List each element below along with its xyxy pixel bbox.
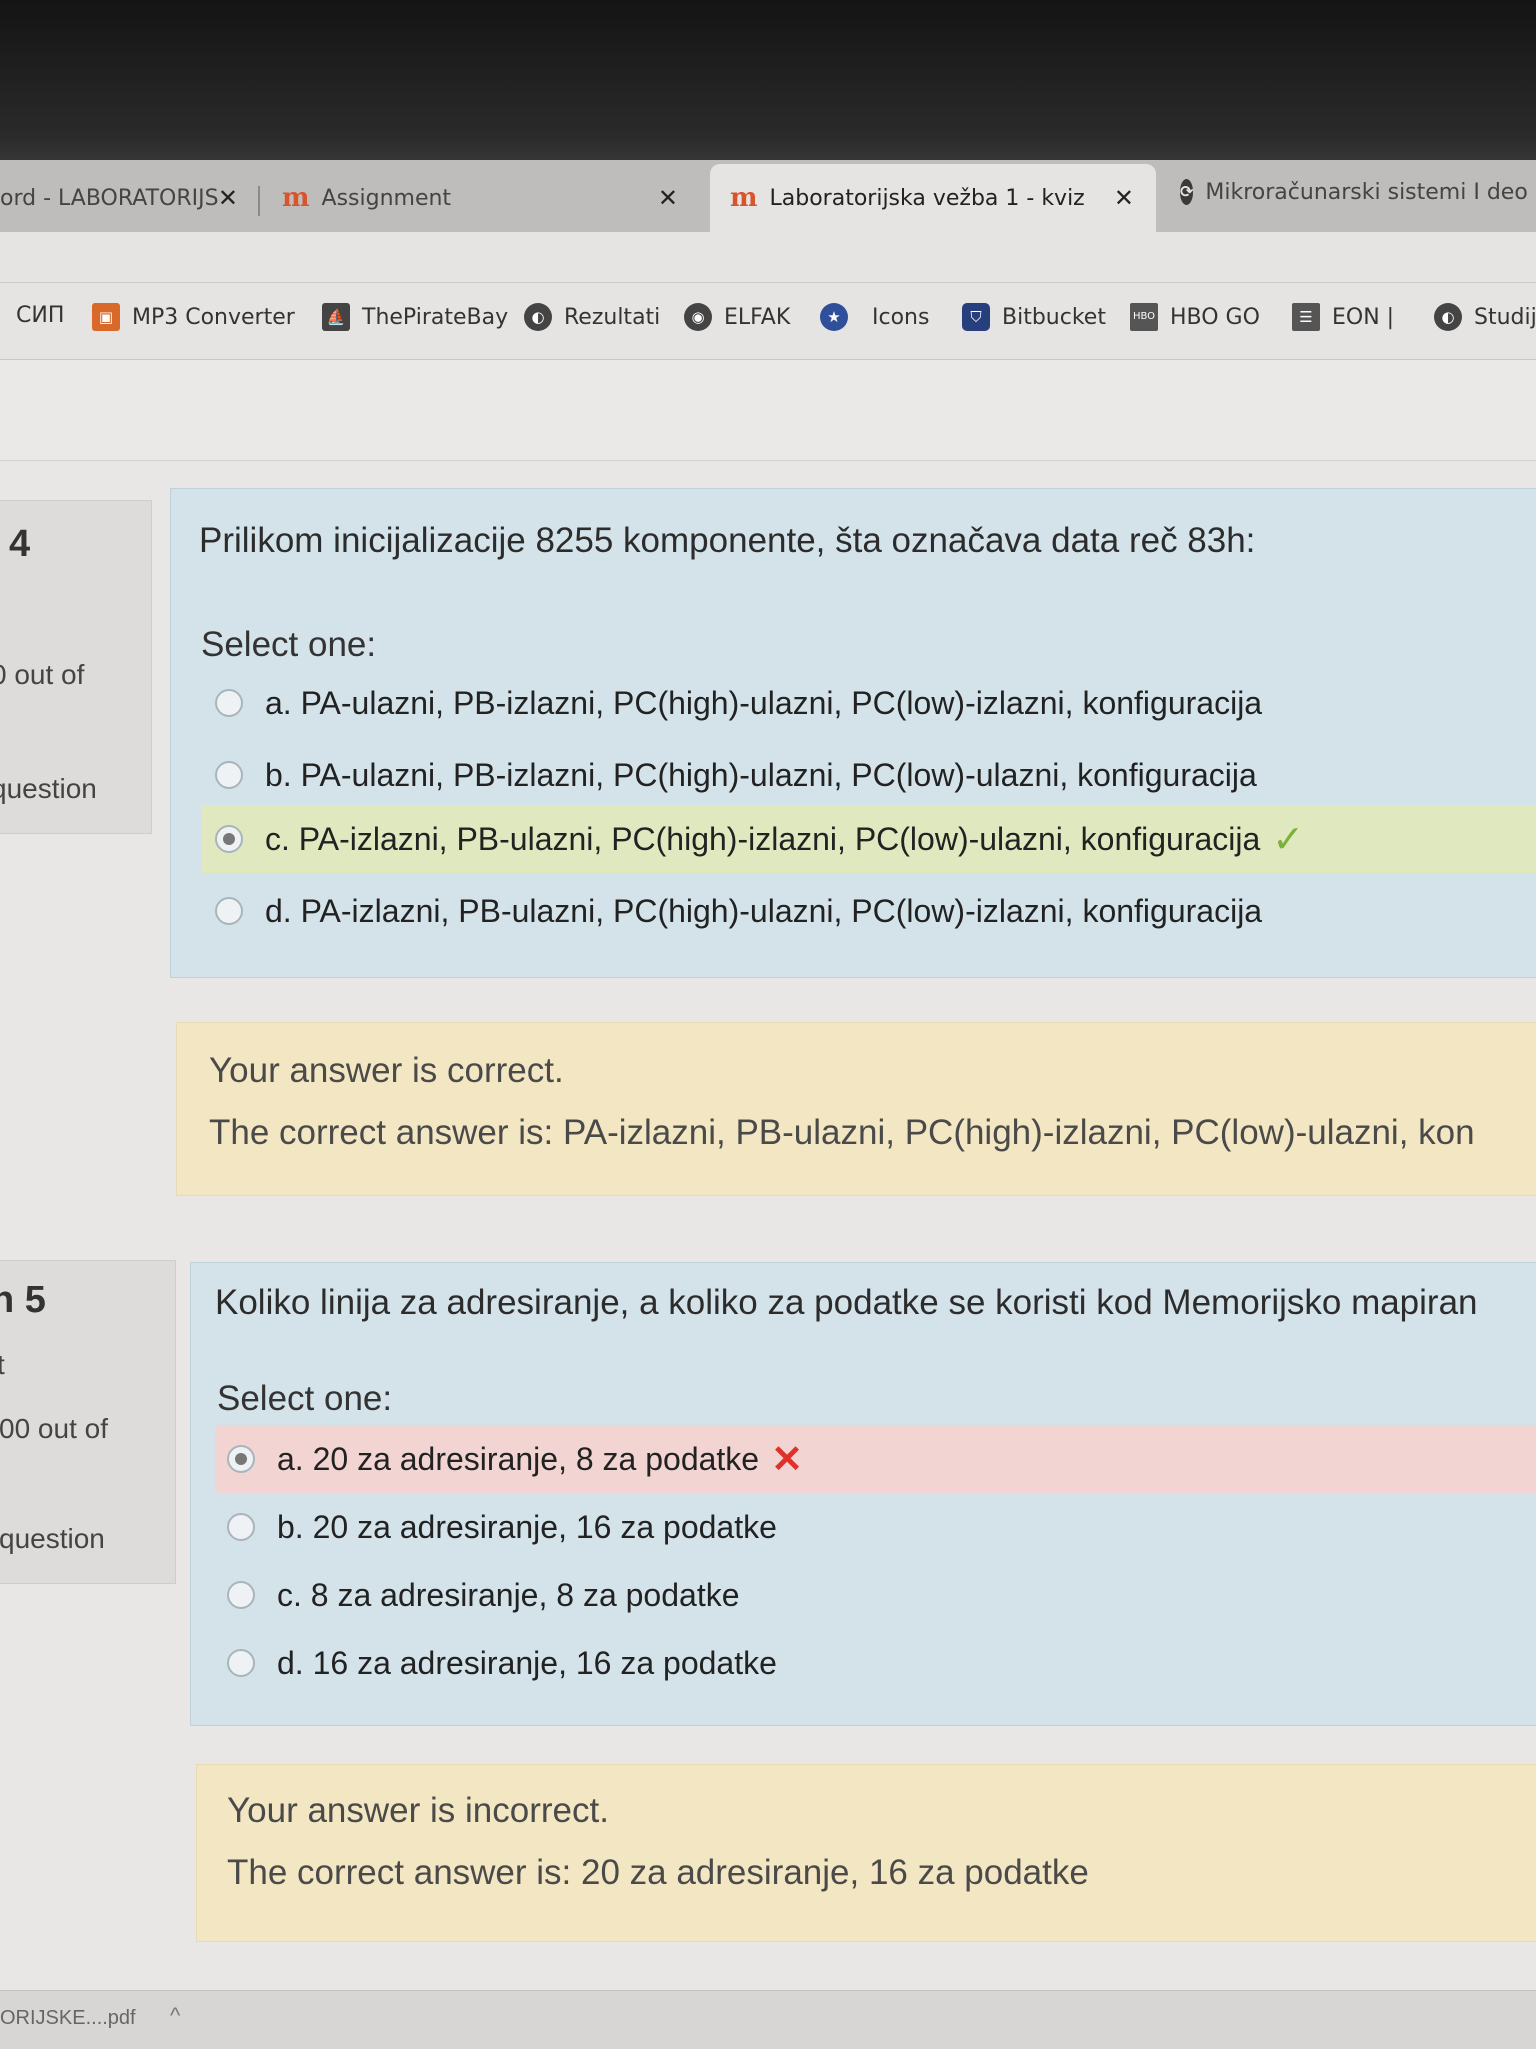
bitbucket-icon: ⛉: [962, 303, 990, 331]
tab-laboratorijska-kviz[interactable]: m Laboratorijska vežba 1 - kviz ✕: [710, 164, 1156, 232]
ship-icon: ⛵: [322, 303, 350, 331]
question-text: Koliko linija za adresiranje, a koliko z…: [215, 1283, 1478, 1322]
globe-icon: ◐: [524, 303, 552, 331]
feedback-5: Your answer is incorrect. The correct an…: [196, 1764, 1536, 1942]
chevron-up-icon[interactable]: ^: [170, 2003, 180, 2029]
bookmark-bitbucket[interactable]: ⛉ Bitbucket: [962, 303, 1106, 331]
bookmark-label: Rezultati: [564, 304, 661, 330]
bookmark-label: Icons: [872, 304, 930, 330]
answer-option-a[interactable]: a. PA-ulazni, PB-izlazni, PC(high)-ulazn…: [201, 669, 1536, 737]
question-content-4: Prilikom inicijalizacije 8255 komponente…: [170, 488, 1536, 978]
flag-question[interactable]: question: [0, 1523, 105, 1555]
bookmark-label: HBO GO: [1170, 304, 1260, 330]
bookmark-mp3-converter[interactable]: ▣ MP3 Converter: [92, 303, 295, 331]
tab-title: Laboratorijska vežba 1 - kviz: [769, 185, 1085, 211]
elfak-icon: ◉: [684, 303, 712, 331]
globe-icon: ⟳: [1180, 179, 1194, 205]
bookmark-label: MP3 Converter: [132, 304, 295, 330]
moodle-icon: m: [282, 183, 310, 213]
page-header-area: [0, 360, 1536, 461]
tab-assignment[interactable]: m Assignment ✕: [282, 170, 692, 226]
moodle-icon: m: [730, 183, 758, 213]
radio-button[interactable]: [215, 897, 243, 925]
bookmark-label: EON |: [1332, 304, 1395, 330]
option-label: b. 20 za adresiranje, 16 za podatke: [277, 1508, 777, 1545]
tab-title: Assignment: [321, 185, 452, 211]
star-icon: ★: [820, 303, 848, 331]
bookmark-label: Bitbucket: [1002, 304, 1106, 330]
address-bar-area[interactable]: [0, 232, 1536, 283]
bookmark-elfak[interactable]: ◉ ELFAK: [684, 303, 790, 331]
bookmark-label: Studij: [1474, 304, 1536, 330]
answer-option-c[interactable]: c. 8 za adresiranje, 8 za podatke: [215, 1561, 1536, 1629]
answer-option-c[interactable]: c. PA-izlazni, PB-ulazni, PC(high)-izlaz…: [201, 805, 1536, 873]
bookmark-thepiratebay[interactable]: ⛵ ThePirateBay: [322, 303, 508, 331]
bookmark-label: СИП: [16, 303, 65, 328]
tab-mikroracunarski[interactable]: ⟳ Mikroračunarski sistemi I deo r: [1180, 164, 1536, 220]
option-label: d. 16 za adresiranje, 16 za podatke: [277, 1644, 777, 1681]
bookmark-hbo-go[interactable]: HBO HBO GO: [1130, 303, 1260, 331]
option-label: a. 20 za adresiranje, 8 za podatke: [277, 1440, 760, 1477]
globe-icon: ◐: [1434, 303, 1462, 331]
correct-answer-text: The correct answer is: 20 za adresiranje…: [227, 1853, 1089, 1892]
answer-option-a[interactable]: a. 20 za adresiranje, 8 za podatke ✕: [215, 1425, 1536, 1493]
answer-option-b[interactable]: b. 20 za adresiranje, 16 za podatke: [215, 1493, 1536, 1561]
radio-button[interactable]: [227, 1581, 255, 1609]
cross-icon: ✕: [771, 1438, 803, 1481]
close-icon[interactable]: ✕: [218, 184, 238, 212]
feedback-status: Your answer is correct.: [209, 1051, 564, 1090]
radio-button[interactable]: [215, 761, 243, 789]
option-label: a. PA-ulazni, PB-izlazni, PC(high)-ulazn…: [265, 684, 1263, 721]
radio-button[interactable]: [215, 689, 243, 717]
feedback-status: Your answer is incorrect.: [227, 1791, 609, 1830]
download-bar: ORIJSKE....pdf ^: [0, 1990, 1536, 2049]
bookmark-eon[interactable]: ☰ EON |: [1292, 303, 1394, 331]
download-file[interactable]: ORIJSKE....pdf: [0, 2007, 136, 2030]
bookmark-icons[interactable]: ★ Icons: [820, 303, 929, 331]
eon-icon: ☰: [1292, 303, 1320, 331]
close-icon[interactable]: ✕: [658, 184, 678, 212]
check-icon: ✓: [1272, 818, 1305, 861]
tab-title: Mikroračunarski sistemi I deo r: [1205, 179, 1536, 205]
radio-button[interactable]: [215, 825, 243, 853]
answer-option-b[interactable]: b. PA-ulazni, PB-izlazni, PC(high)-ulazn…: [201, 741, 1536, 809]
bookmark-studij[interactable]: ◐ Studij: [1434, 303, 1536, 331]
bookmarks-bar: СИП ▣ MP3 Converter ⛵ ThePirateBay ◐ Rez…: [0, 283, 1536, 360]
bookmark-label: ThePirateBay: [362, 304, 509, 330]
question-state: t: [0, 1349, 5, 1381]
tab-strip: ord - LABORATORIJS ✕ m Assignment ✕ m La…: [0, 160, 1536, 232]
option-label: c. 8 za adresiranje, 8 za podatke: [277, 1576, 740, 1613]
radio-button[interactable]: [227, 1445, 255, 1473]
question-content-5: Koliko linija za adresiranje, a koliko z…: [190, 1262, 1536, 1726]
flag-question[interactable]: question: [0, 773, 97, 805]
option-label: b. PA-ulazni, PB-izlazni, PC(high)-ulazn…: [265, 756, 1257, 793]
select-one-label: Select one:: [201, 625, 377, 664]
tab-separator: [258, 186, 260, 216]
radio-button[interactable]: [227, 1513, 255, 1541]
option-label: c. PA-izlazni, PB-ulazni, PC(high)-izlaz…: [265, 820, 1261, 857]
bookmark-rezultati[interactable]: ◐ Rezultati: [524, 303, 660, 331]
question-grade: 00 out of: [0, 1413, 108, 1444]
close-icon[interactable]: ✕: [1114, 184, 1134, 212]
bookmark-sip[interactable]: СИП: [0, 303, 64, 328]
tab-word-doc[interactable]: ord - LABORATORIJS ✕: [0, 170, 250, 226]
radio-button[interactable]: [227, 1649, 255, 1677]
monitor-bezel: [0, 0, 1536, 170]
bookmark-label: ELFAK: [724, 304, 791, 330]
correct-answer-text: The correct answer is: PA-izlazni, PB-ul…: [209, 1113, 1475, 1152]
hbo-icon: HBO: [1130, 303, 1158, 331]
film-icon: ▣: [92, 303, 120, 331]
question-info-5: n 5 t 00 out of question: [0, 1260, 176, 1584]
question-text: Prilikom inicijalizacije 8255 komponente…: [199, 521, 1256, 560]
answer-option-d[interactable]: d. 16 za adresiranje, 16 za podatke: [215, 1629, 1536, 1697]
question-grade: 0 out of: [0, 659, 85, 690]
select-one-label: Select one:: [217, 1379, 393, 1418]
answer-option-d[interactable]: d. PA-izlazni, PB-ulazni, PC(high)-ulazn…: [201, 877, 1536, 945]
option-label: d. PA-izlazni, PB-ulazni, PC(high)-ulazn…: [265, 892, 1263, 929]
question-number: n 5: [0, 1279, 46, 1321]
question-number: 4: [9, 523, 31, 565]
question-info-4: 4 0 out of question: [0, 500, 152, 834]
feedback-4: Your answer is correct. The correct answ…: [176, 1022, 1536, 1196]
tab-title: ord - LABORATORIJS: [0, 185, 219, 211]
